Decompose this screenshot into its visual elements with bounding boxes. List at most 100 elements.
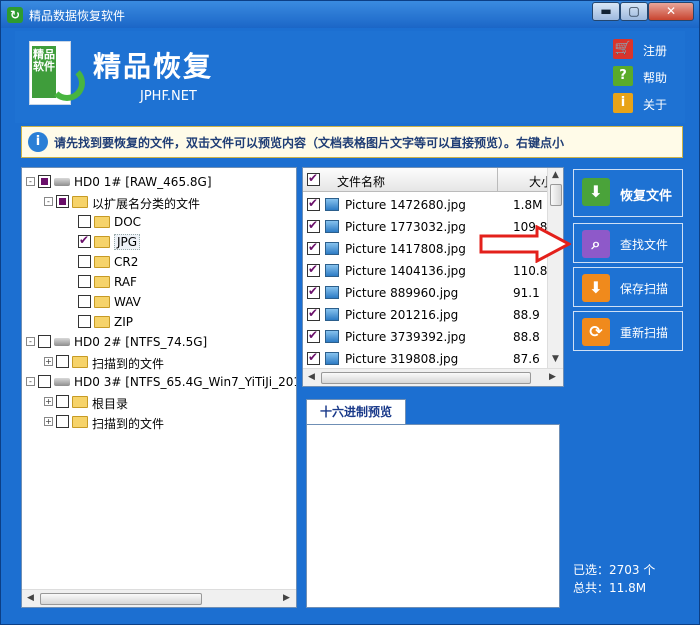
tree-node-checkbox[interactable] xyxy=(38,375,51,388)
tree-node[interactable]: + 扫描到的文件 xyxy=(22,352,296,372)
row-checkbox[interactable] xyxy=(307,306,320,321)
hex-preview-content xyxy=(306,424,560,608)
scroll-thumb[interactable] xyxy=(321,372,531,384)
row-checkbox[interactable] xyxy=(307,350,320,365)
row-checkbox[interactable] xyxy=(307,218,320,233)
row-checkbox[interactable] xyxy=(307,196,320,211)
tree-node[interactable]: ZIP xyxy=(22,312,296,332)
tree-node[interactable]: - 以扩展名分类的文件 xyxy=(22,192,296,212)
collapse-toggle-icon[interactable]: - xyxy=(26,337,35,346)
folder-icon xyxy=(94,276,110,288)
tree-node-checkbox[interactable] xyxy=(38,175,51,188)
expand-toggle-icon[interactable]: + xyxy=(44,397,53,406)
tree-node-checkbox[interactable] xyxy=(38,335,51,348)
red-arrow-annotation-icon xyxy=(479,225,571,263)
column-header-name[interactable]: 文件名称 xyxy=(337,173,385,190)
tree-node[interactable]: - HD0 3# [NTFS_65.4G_Win7_YiTiJi_201 xyxy=(22,372,296,392)
collapse-toggle-icon[interactable]: - xyxy=(44,197,53,206)
tree-node[interactable]: + 根目录 xyxy=(22,392,296,412)
row-checkbox[interactable] xyxy=(307,328,320,343)
scroll-down-icon[interactable]: ▼ xyxy=(552,354,559,364)
column-divider[interactable] xyxy=(497,168,498,192)
tree-node[interactable]: - HD0 1# [RAW_465.8G] xyxy=(22,172,296,192)
selected-count-line: 已选：2703 个 xyxy=(573,561,655,579)
table-row[interactable]: Picture 1472680.jpg 1.8M xyxy=(303,194,547,216)
tree-node[interactable]: DOC xyxy=(22,212,296,232)
scroll-left-icon[interactable]: ◀ xyxy=(27,593,34,603)
find-files-label: 查找文件 xyxy=(620,238,669,252)
table-row[interactable]: Picture 319808.jpg 87.6 xyxy=(303,348,547,370)
tree-node-checkbox[interactable] xyxy=(78,275,91,288)
minimize-button[interactable]: ▬ xyxy=(592,2,620,21)
tree-node-label: 以扩展名分类的文件 xyxy=(92,197,201,211)
window-title: 精品数据恢复软件 xyxy=(29,9,126,23)
brand-title: 精品恢复 xyxy=(93,50,214,83)
save-scan-button[interactable]: ⬇ 保存扫描 xyxy=(573,267,683,307)
tree-horizontal-scrollbar[interactable]: ◀ ▶ xyxy=(22,589,296,607)
tree-node[interactable]: JPG xyxy=(22,232,296,252)
close-button[interactable]: ✕ xyxy=(648,2,694,21)
image-file-icon xyxy=(325,308,339,321)
list-horizontal-scrollbar[interactable]: ◀ ▶ xyxy=(303,368,563,386)
title-bar[interactable]: ↻ 精品数据恢复软件 ▬ ▢ ✕ xyxy=(1,1,699,28)
tree-node[interactable]: WAV xyxy=(22,292,296,312)
scroll-left-icon[interactable]: ◀ xyxy=(308,372,315,382)
tree-node-checkbox[interactable] xyxy=(78,233,91,248)
file-name: Picture 1404136.jpg xyxy=(345,264,466,278)
table-row[interactable]: Picture 889960.jpg 91.1 xyxy=(303,282,547,304)
file-list[interactable]: 文件名称 大小 Picture 1472680.jpg1.8M Picture 1… xyxy=(302,167,564,387)
list-vertical-scrollbar[interactable]: ▲ ▼ xyxy=(547,168,563,368)
table-row[interactable]: Picture 201216.jpg 88.9 xyxy=(303,304,547,326)
tab-hex-preview[interactable]: 十六进制预览 xyxy=(306,399,406,425)
tree-node-label: RAF xyxy=(114,275,137,289)
folder-icon xyxy=(72,196,88,208)
file-name: Picture 319808.jpg xyxy=(345,352,459,366)
scroll-up-icon[interactable]: ▲ xyxy=(552,170,559,180)
maximize-button[interactable]: ▢ xyxy=(620,2,648,21)
tree-node[interactable]: CR2 xyxy=(22,252,296,272)
recover-files-label: 恢复文件 xyxy=(620,189,673,204)
tree-node-checkbox[interactable] xyxy=(78,295,91,308)
tree-node[interactable]: RAF xyxy=(22,272,296,292)
hard-drive-icon xyxy=(54,338,70,346)
folder-tree[interactable]: - HD0 1# [RAW_465.8G] - 以扩展名分类的文件 DOC JPG CR2 R… xyxy=(21,167,297,608)
file-size: 110.8 xyxy=(513,264,548,278)
table-row[interactable]: Picture 3739392.jpg 88.8 xyxy=(303,326,547,348)
table-row[interactable]: Picture 1404136.jpg 110.8 xyxy=(303,260,547,282)
tree-node-checkbox[interactable] xyxy=(78,255,91,268)
collapse-toggle-icon[interactable]: - xyxy=(26,177,35,186)
image-file-icon xyxy=(325,198,339,211)
row-checkbox[interactable] xyxy=(307,240,320,255)
tree-node-checkbox[interactable] xyxy=(56,395,69,408)
total-label: 总共： xyxy=(573,581,610,595)
tree-node-label: HD0 2# [NTFS_74.5G] xyxy=(74,335,208,349)
row-checkbox[interactable] xyxy=(307,262,320,277)
expand-toggle-icon[interactable]: + xyxy=(44,417,53,426)
rescan-button[interactable]: ⟳ 重新扫描 xyxy=(573,311,683,351)
tree-node-checkbox[interactable] xyxy=(56,355,69,368)
scroll-right-icon[interactable]: ▶ xyxy=(549,372,556,382)
file-list-header: 文件名称 大小 xyxy=(303,168,553,192)
file-size: 88.9 xyxy=(513,308,540,322)
about-label: 关于 xyxy=(643,98,668,112)
scroll-thumb[interactable] xyxy=(40,593,202,605)
expand-toggle-icon[interactable]: + xyxy=(44,357,53,366)
tree-node-checkbox[interactable] xyxy=(56,415,69,428)
scroll-right-icon[interactable]: ▶ xyxy=(283,593,290,603)
collapse-toggle-icon[interactable]: - xyxy=(26,377,35,386)
file-size: 88.8 xyxy=(513,330,540,344)
row-checkbox[interactable] xyxy=(307,284,320,299)
tree-node-label: WAV xyxy=(114,295,141,309)
select-all-checkbox[interactable] xyxy=(307,171,320,186)
find-files-button[interactable]: ⌕ 查找文件 xyxy=(573,223,683,263)
tree-node-checkbox[interactable] xyxy=(78,315,91,328)
tree-node[interactable]: + 扫描到的文件 xyxy=(22,412,296,432)
tree-node-label: 扫描到的文件 xyxy=(92,357,165,371)
folder-icon xyxy=(94,296,110,308)
tree-node[interactable]: - HD0 2# [NTFS_74.5G] xyxy=(22,332,296,352)
tree-node-checkbox[interactable] xyxy=(56,195,69,208)
scroll-thumb[interactable] xyxy=(550,184,562,206)
tree-node-checkbox[interactable] xyxy=(78,215,91,228)
recover-files-button[interactable]: ⬇ 恢复文件 xyxy=(573,169,683,217)
image-file-icon xyxy=(325,352,339,365)
